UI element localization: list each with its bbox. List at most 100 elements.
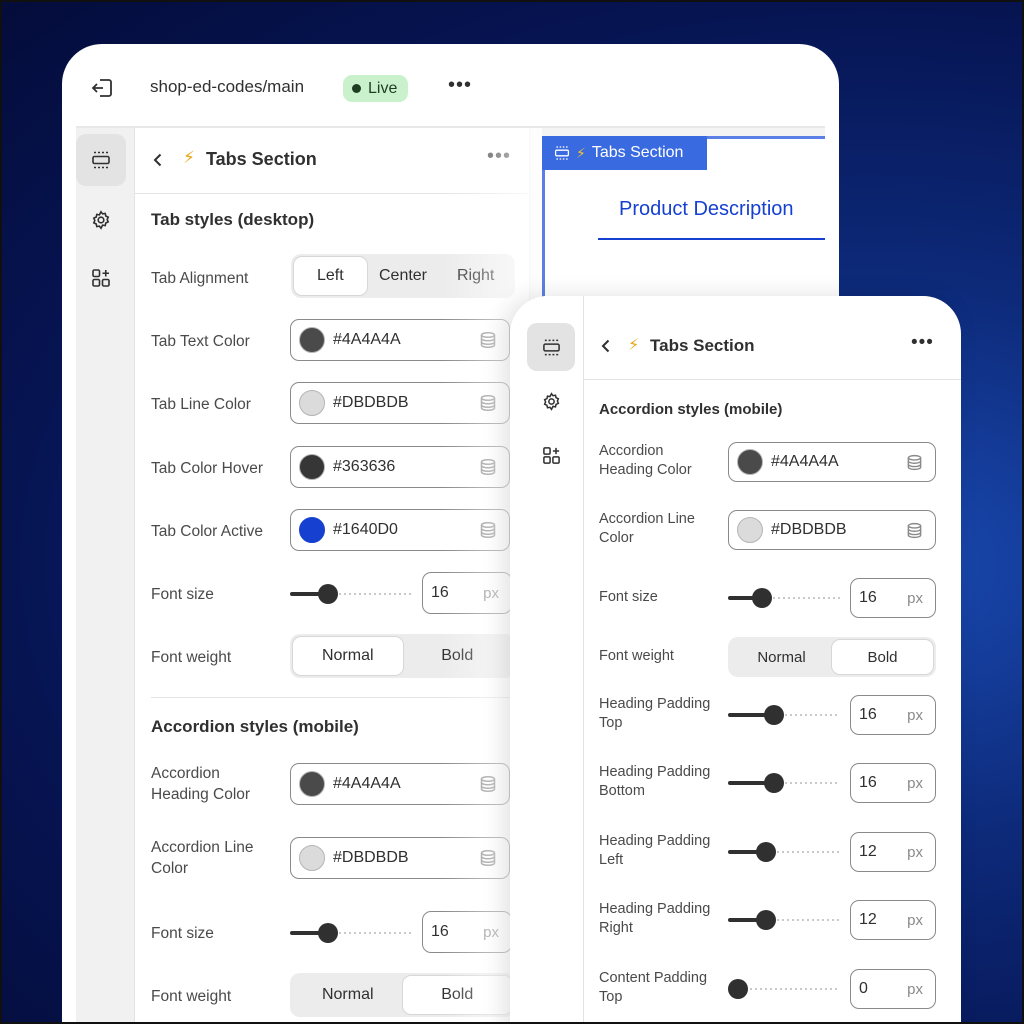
heading-padding-right-label: Heading Padding Right [599, 900, 710, 938]
sections-button[interactable] [76, 134, 126, 186]
heading-padding-bottom-input[interactable]: 16 px [850, 763, 936, 803]
more-menu-icon[interactable]: ••• [448, 74, 472, 97]
slider-handle[interactable] [318, 584, 338, 604]
color-swatch[interactable] [737, 449, 763, 475]
preview-section-tag[interactable]: ⚡ Tabs Section [542, 136, 707, 170]
database-icon[interactable] [479, 849, 497, 872]
heading-padding-right-input[interactable]: 12 px [850, 900, 936, 940]
database-icon[interactable] [479, 331, 497, 354]
slider-handle[interactable] [764, 705, 784, 725]
slider-handle[interactable] [728, 979, 748, 999]
tab-color-hover-field[interactable]: #363636 [290, 446, 510, 488]
tab-color-active-field[interactable]: #1640D0 [290, 509, 510, 551]
apps-add-icon [92, 269, 110, 287]
sections-button[interactable] [527, 323, 575, 371]
color-hex: #1640D0 [333, 521, 398, 538]
accordion-line-color-field[interactable]: #DBDBDB [728, 510, 936, 550]
accordion-line-color-label: Accordion Line Color [599, 510, 695, 548]
padding-value: 0 [859, 980, 868, 997]
slider-handle[interactable] [756, 910, 776, 930]
back-chevron-icon[interactable] [152, 152, 164, 173]
settings-button[interactable] [76, 194, 126, 246]
accordion-heading-color-field[interactable]: #4A4A4A [728, 442, 936, 482]
font-weight-normal-option[interactable]: Normal [293, 637, 403, 675]
tab-line-color-label: Tab Line Color [151, 396, 251, 413]
exit-icon[interactable] [90, 77, 114, 99]
slider-track [334, 932, 412, 934]
preview-tab-underline [598, 238, 825, 240]
font-size-input[interactable]: 16 px [850, 578, 936, 618]
apps-button[interactable] [76, 252, 126, 304]
label-line: Bottom [599, 783, 645, 799]
label-line: Heading Color [599, 462, 692, 478]
font-weight-label: Font weight [151, 649, 232, 666]
color-hex: #363636 [333, 458, 396, 475]
font-size-slider[interactable] [728, 588, 840, 608]
panel-title: Tabs Section [206, 149, 317, 169]
mobile-font-weight-segmented: Normal Bold [290, 973, 515, 1017]
database-icon[interactable] [479, 458, 497, 481]
font-weight-normal-option[interactable]: Normal [293, 976, 403, 1014]
font-weight-bold-option[interactable]: Bold [402, 976, 512, 1014]
panel-header: ⚡ Tabs Section ••• [135, 128, 529, 194]
content-padding-top-input[interactable]: 0 px [850, 969, 936, 1009]
label-line: Accordion Line [599, 511, 695, 527]
unit-label: px [907, 843, 923, 861]
heading-padding-left-input[interactable]: 12 px [850, 832, 936, 872]
mobile-font-size-slider[interactable] [290, 923, 412, 943]
database-icon[interactable] [479, 775, 497, 798]
color-swatch[interactable] [299, 454, 325, 480]
database-icon[interactable] [479, 521, 497, 544]
color-hex: #4A4A4A [333, 331, 401, 348]
live-badge: Live [343, 75, 409, 102]
database-icon[interactable] [906, 522, 923, 544]
heading-padding-left-slider[interactable] [728, 842, 840, 862]
heading-padding-top-slider[interactable] [728, 705, 840, 725]
color-swatch[interactable] [299, 390, 325, 416]
color-swatch[interactable] [299, 327, 325, 353]
section-divider [151, 697, 516, 698]
align-center-option[interactable]: Center [367, 257, 440, 295]
accordion-heading-color-label: Accordion Heading Color [599, 442, 692, 480]
color-swatch[interactable] [299, 845, 325, 871]
content-padding-top-slider[interactable] [728, 979, 840, 999]
slider-handle[interactable] [756, 842, 776, 862]
padding-value: 12 [859, 843, 877, 860]
tab-line-color-field[interactable]: #DBDBDB [290, 382, 510, 424]
font-size-input[interactable]: 16 px [422, 572, 512, 614]
preview-tag-label: Tabs Section [591, 144, 684, 161]
label-line: Color [599, 530, 634, 546]
color-hex: #4A4A4A [333, 775, 401, 792]
heading-padding-bottom-slider[interactable] [728, 773, 840, 793]
color-swatch[interactable] [737, 517, 763, 543]
apps-button[interactable] [527, 431, 575, 479]
live-label: Live [368, 79, 398, 97]
settings-button[interactable] [527, 377, 575, 425]
panel-more-icon[interactable]: ••• [487, 145, 511, 168]
align-left-option[interactable]: Left [294, 257, 367, 295]
preview-tab-title[interactable]: Product Description [619, 198, 825, 221]
heading-padding-top-input[interactable]: 16 px [850, 695, 936, 735]
font-weight-bold-option[interactable]: Bold [403, 637, 513, 675]
accordion-heading-color-field[interactable]: #4A4A4A [290, 763, 510, 805]
font-weight-normal-option[interactable]: Normal [731, 640, 832, 674]
slider-track [772, 851, 840, 853]
database-icon[interactable] [906, 454, 923, 476]
slider-handle[interactable] [764, 773, 784, 793]
tab-color-active-label: Tab Color Active [151, 523, 263, 540]
slider-handle[interactable] [318, 923, 338, 943]
label-line: Accordion Line [151, 839, 254, 856]
align-right-option[interactable]: Right [439, 257, 512, 295]
tab-text-color-field[interactable]: #4A4A4A [290, 319, 510, 361]
font-size-slider[interactable] [290, 584, 412, 604]
database-icon[interactable] [479, 394, 497, 417]
heading-padding-right-slider[interactable] [728, 910, 840, 930]
font-weight-bold-option[interactable]: Bold [832, 640, 933, 674]
accordion-line-color-field[interactable]: #DBDBDB [290, 837, 510, 879]
mobile-font-size-input[interactable]: 16 px [422, 911, 512, 953]
mobile-font-weight-label: Font weight [151, 988, 232, 1005]
slider-handle[interactable] [752, 588, 772, 608]
color-swatch[interactable] [299, 771, 325, 797]
font-size-value: 16 [431, 584, 449, 601]
color-swatch[interactable] [299, 517, 325, 543]
